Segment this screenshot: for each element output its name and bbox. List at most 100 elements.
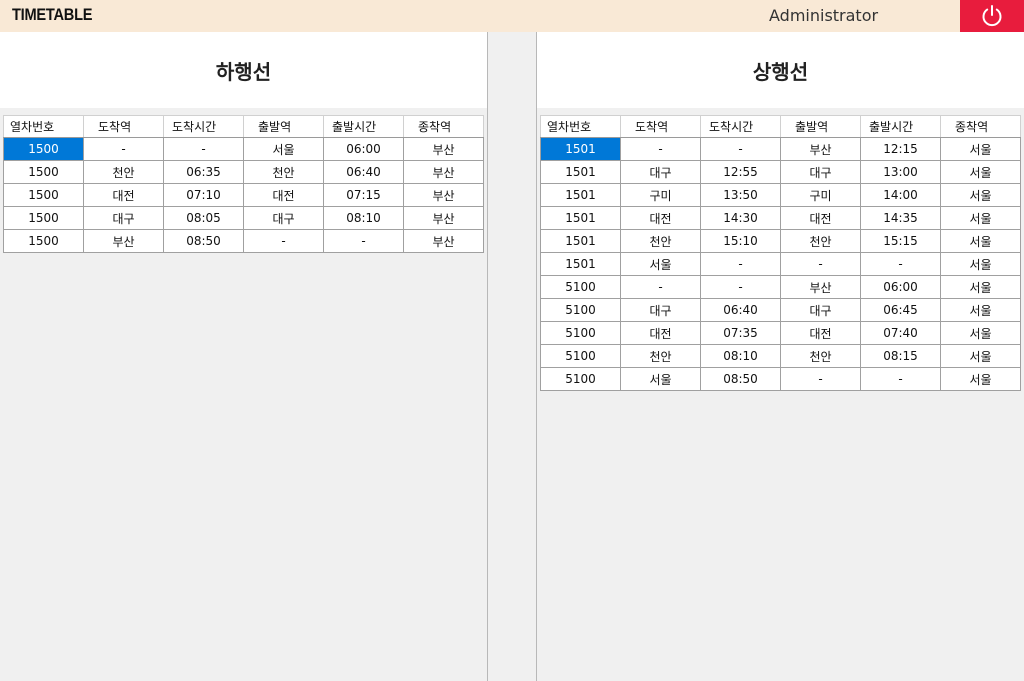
table-row[interactable]: 1501 대구 12:55 대구 13:00 서울 xyxy=(540,160,1021,184)
column-header-departure-station[interactable]: 출발역 xyxy=(243,115,324,138)
terminal-station-cell[interactable]: 서울 xyxy=(940,206,1021,230)
departure-station-cell[interactable]: 대전 xyxy=(780,206,861,230)
arrival-station-cell[interactable]: 대전 xyxy=(620,321,701,345)
table-row[interactable]: 1501 대전 14:30 대전 14:35 서울 xyxy=(540,206,1021,230)
train-no-cell[interactable]: 1500 xyxy=(3,229,84,253)
arrival-time-cell[interactable]: 08:50 xyxy=(163,229,244,253)
departure-time-cell[interactable]: 14:00 xyxy=(860,183,941,207)
terminal-station-cell[interactable]: 서울 xyxy=(940,183,1021,207)
terminal-station-cell[interactable]: 서울 xyxy=(940,137,1021,161)
terminal-station-cell[interactable]: 부산 xyxy=(403,137,484,161)
departure-time-cell[interactable]: 15:15 xyxy=(860,229,941,253)
arrival-time-cell[interactable]: 06:35 xyxy=(163,160,244,184)
terminal-station-cell[interactable]: 부산 xyxy=(403,183,484,207)
column-header-train-no[interactable]: 열차번호 xyxy=(3,115,84,138)
arrival-time-cell[interactable]: 12:55 xyxy=(700,160,781,184)
arrival-station-cell[interactable]: 서울 xyxy=(620,367,701,391)
train-no-cell[interactable]: 1501 xyxy=(540,137,621,161)
train-no-cell[interactable]: 1500 xyxy=(3,137,84,161)
arrival-station-cell[interactable]: 서울 xyxy=(620,252,701,276)
departure-time-cell[interactable]: 06:45 xyxy=(860,298,941,322)
departure-time-cell[interactable]: 06:40 xyxy=(323,160,404,184)
departure-time-cell[interactable]: 08:15 xyxy=(860,344,941,368)
table-row[interactable]: 5100 대전 07:35 대전 07:40 서울 xyxy=(540,321,1021,345)
departure-station-cell[interactable]: 대전 xyxy=(780,321,861,345)
departure-station-cell[interactable]: 대구 xyxy=(243,206,324,230)
table-row[interactable]: 1501- - 부산 12:15 서울 xyxy=(540,137,1021,161)
departure-time-cell[interactable]: 06:00 xyxy=(323,137,404,161)
departure-station-cell[interactable]: 대전 xyxy=(243,183,324,207)
train-no-cell[interactable]: 5100 xyxy=(540,275,621,299)
departure-station-cell[interactable]: 대구 xyxy=(780,160,861,184)
column-header-terminal-station[interactable]: 종착역 xyxy=(403,115,484,138)
column-header-arrival-station[interactable]: 도착역 xyxy=(83,115,164,138)
table-row[interactable]: 5100 천안 08:10 천안 08:15 서울 xyxy=(540,344,1021,368)
arrival-time-cell[interactable]: 07:10 xyxy=(163,183,244,207)
column-header-arrival-station[interactable]: 도착역 xyxy=(620,115,701,138)
terminal-station-cell[interactable]: 서울 xyxy=(940,275,1021,299)
terminal-station-cell[interactable]: 서울 xyxy=(940,321,1021,345)
departure-time-cell[interactable]: 12:15 xyxy=(860,137,941,161)
train-no-cell[interactable]: 1500 xyxy=(3,160,84,184)
column-header-departure-time[interactable]: 출발시간 xyxy=(323,115,404,138)
table-row[interactable]: 1500 천안 06:35 천안 06:40 부산 xyxy=(3,160,484,184)
departure-station-cell[interactable]: 대구 xyxy=(780,298,861,322)
departure-station-cell[interactable]: 구미 xyxy=(780,183,861,207)
departure-station-cell[interactable]: - xyxy=(243,229,324,253)
arrival-station-cell[interactable]: 구미 xyxy=(620,183,701,207)
arrival-time-cell[interactable]: 08:05 xyxy=(163,206,244,230)
departure-time-cell[interactable]: - xyxy=(860,252,941,276)
arrival-station-cell[interactable]: 대구 xyxy=(83,206,164,230)
departure-time-cell[interactable]: 14:35 xyxy=(860,206,941,230)
terminal-station-cell[interactable]: 서울 xyxy=(940,367,1021,391)
departure-time-cell[interactable]: 13:00 xyxy=(860,160,941,184)
arrival-time-cell[interactable]: 06:40 xyxy=(700,298,781,322)
departure-station-cell[interactable]: 서울 xyxy=(243,137,324,161)
departure-station-cell[interactable]: 천안 xyxy=(780,229,861,253)
arrival-time-cell[interactable]: 13:50 xyxy=(700,183,781,207)
table-row[interactable]: 5100- - 부산 06:00 서울 xyxy=(540,275,1021,299)
train-no-cell[interactable]: 5100 xyxy=(540,298,621,322)
departure-time-cell[interactable]: 06:00 xyxy=(860,275,941,299)
table-row[interactable]: 1500- - 서울 06:00 부산 xyxy=(3,137,484,161)
train-no-cell[interactable]: 1500 xyxy=(3,206,84,230)
arrival-station-cell[interactable]: 대전 xyxy=(83,183,164,207)
departure-station-cell[interactable]: - xyxy=(780,252,861,276)
arrival-station-cell[interactable]: 천안 xyxy=(620,344,701,368)
table-row[interactable]: 1500 대구 08:05 대구 08:10 부산 xyxy=(3,206,484,230)
arrival-time-cell[interactable]: 08:10 xyxy=(700,344,781,368)
column-header-arrival-time[interactable]: 도착시간 xyxy=(163,115,244,138)
arrival-station-cell[interactable]: 대구 xyxy=(620,298,701,322)
column-header-train-no[interactable]: 열차번호 xyxy=(540,115,621,138)
arrival-station-cell[interactable]: - xyxy=(620,137,701,161)
arrival-time-cell[interactable]: 08:50 xyxy=(700,367,781,391)
table-row[interactable]: 5100 대구 06:40 대구 06:45 서울 xyxy=(540,298,1021,322)
arrival-station-cell[interactable]: - xyxy=(620,275,701,299)
departure-station-cell[interactable]: 부산 xyxy=(780,137,861,161)
departure-station-cell[interactable]: - xyxy=(780,367,861,391)
column-header-arrival-time[interactable]: 도착시간 xyxy=(700,115,781,138)
terminal-station-cell[interactable]: 서울 xyxy=(940,229,1021,253)
terminal-station-cell[interactable]: 부산 xyxy=(403,160,484,184)
train-no-cell[interactable]: 1501 xyxy=(540,183,621,207)
arrival-time-cell[interactable]: - xyxy=(700,252,781,276)
arrival-time-cell[interactable]: - xyxy=(700,275,781,299)
arrival-time-cell[interactable]: 07:35 xyxy=(700,321,781,345)
departure-station-cell[interactable]: 천안 xyxy=(243,160,324,184)
departure-station-cell[interactable]: 부산 xyxy=(780,275,861,299)
departure-time-cell[interactable]: 08:10 xyxy=(323,206,404,230)
column-header-departure-time[interactable]: 출발시간 xyxy=(860,115,941,138)
departure-time-cell[interactable]: 07:40 xyxy=(860,321,941,345)
table-row[interactable]: 1500 부산 08:50- - 부산 xyxy=(3,229,484,253)
table-row[interactable]: 1501 구미 13:50 구미 14:00 서울 xyxy=(540,183,1021,207)
departure-time-cell[interactable]: 07:15 xyxy=(323,183,404,207)
arrival-station-cell[interactable]: 대전 xyxy=(620,206,701,230)
arrival-time-cell[interactable]: - xyxy=(163,137,244,161)
arrival-time-cell[interactable]: 15:10 xyxy=(700,229,781,253)
terminal-station-cell[interactable]: 서울 xyxy=(940,160,1021,184)
terminal-station-cell[interactable]: 부산 xyxy=(403,229,484,253)
train-no-cell[interactable]: 5100 xyxy=(540,344,621,368)
column-header-terminal-station[interactable]: 종착역 xyxy=(940,115,1021,138)
power-button[interactable] xyxy=(960,0,1024,32)
column-header-departure-station[interactable]: 출발역 xyxy=(780,115,861,138)
